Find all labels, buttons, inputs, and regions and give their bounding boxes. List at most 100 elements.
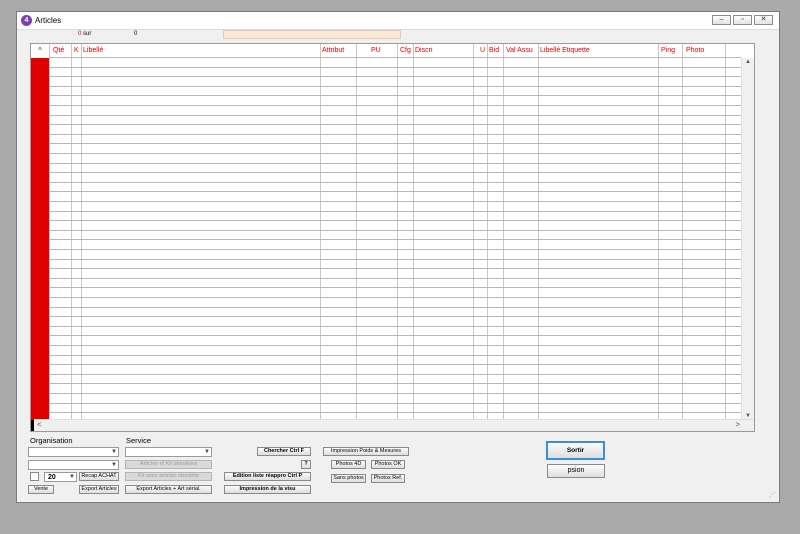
found-count: 0 xyxy=(78,31,82,37)
horizontal-scrollbar[interactable]: < > xyxy=(34,419,754,431)
progress-field xyxy=(223,30,401,39)
counter-separator: sur xyxy=(83,31,92,37)
sans-photos-button[interactable]: Sans photos xyxy=(331,474,366,483)
organisation-sub-select[interactable]: ▼ xyxy=(28,460,119,470)
total-count: 0 xyxy=(134,31,138,37)
row-divider xyxy=(49,239,741,241)
row-divider xyxy=(49,133,741,135)
row-divider xyxy=(49,325,741,327)
col-bid[interactable]: Bid xyxy=(489,47,499,54)
row-divider xyxy=(49,153,741,154)
col-libelle[interactable]: Libellé xyxy=(83,47,103,54)
row-divider xyxy=(49,85,741,87)
organisation-select[interactable]: ▼ xyxy=(28,447,119,457)
row-divider xyxy=(49,412,741,414)
row-divider xyxy=(49,95,741,97)
photos-4d-button[interactable]: Photos 4D xyxy=(331,460,366,469)
page-size-select[interactable]: 20 ▼ xyxy=(44,472,77,482)
psion-button[interactable]: psion xyxy=(547,464,605,478)
chevron-down-icon: ▼ xyxy=(204,449,210,455)
organisation-label: Organisation xyxy=(30,436,73,445)
col-ping[interactable]: Ping xyxy=(661,47,675,54)
col-pu[interactable]: PU xyxy=(371,47,381,54)
row-divider xyxy=(49,210,741,212)
window-title: Articles xyxy=(35,16,62,25)
row-divider xyxy=(49,220,741,222)
row-divider xyxy=(49,258,741,260)
chevron-down-icon: ▼ xyxy=(111,449,117,455)
recap-achat-button[interactable]: Recap ACHAT xyxy=(79,472,119,481)
help-button[interactable]: ? xyxy=(301,460,311,469)
row-divider xyxy=(49,201,741,202)
row-divider xyxy=(49,105,741,106)
col-val-assu[interactable]: Val Assu xyxy=(506,47,533,54)
resize-grip-icon[interactable]: ⋰ xyxy=(769,491,776,499)
chercher-button[interactable]: Chercher Ctrl F xyxy=(257,447,311,456)
col-u[interactable]: U xyxy=(480,47,485,54)
edition-liste-button[interactable]: Edition liste réappro Ctrl P xyxy=(224,472,311,481)
chevron-down-icon: ▼ xyxy=(69,474,75,480)
row-divider xyxy=(49,373,741,375)
window-controls: – ▫ ✕ xyxy=(712,15,773,25)
vente-button[interactable]: Vente xyxy=(28,485,54,494)
col-attribut[interactable]: Attribut xyxy=(322,47,344,54)
scroll-left-icon[interactable]: < xyxy=(37,420,42,430)
row-divider xyxy=(49,143,741,145)
impression-visu-button[interactable]: Impression de la visu xyxy=(224,485,311,494)
row-divider xyxy=(49,383,741,385)
row-divider xyxy=(49,229,741,231)
row-divider xyxy=(49,249,741,250)
close-button[interactable]: ✕ xyxy=(754,15,773,25)
4d-app-icon: 4 xyxy=(21,15,32,26)
service-select[interactable]: ▼ xyxy=(125,447,212,457)
title-bar: 4 Articles – ▫ ✕ xyxy=(17,12,779,30)
scroll-right-icon[interactable]: > xyxy=(735,420,740,430)
row-divider xyxy=(49,57,741,58)
col-cfg[interactable]: Cfg xyxy=(400,47,411,54)
photos-ref-button[interactable]: Photos Ref. xyxy=(371,474,405,483)
row-divider xyxy=(49,354,741,356)
sortir-button[interactable]: Sortir xyxy=(546,441,605,460)
row-divider xyxy=(49,181,741,183)
maximize-button[interactable]: ▫ xyxy=(733,15,752,25)
articles-grid[interactable]: ^ Qté K Libellé Attribut PU Cfg Discri U… xyxy=(30,43,755,432)
row-selector-bar[interactable] xyxy=(31,58,49,420)
sort-up-icon[interactable]: ^ xyxy=(31,44,49,57)
articles-kit-obsoletes-button[interactable]: Articles et Kit obsolètes xyxy=(125,460,212,469)
export-articles-serial-button[interactable]: Export Articles + Art sérial. xyxy=(125,485,212,494)
col-discri[interactable]: Discri xyxy=(415,47,433,54)
photos-ok-button[interactable]: Photos OK xyxy=(371,460,405,469)
row-divider xyxy=(49,76,741,78)
row-divider xyxy=(49,162,741,164)
row-divider xyxy=(49,306,741,308)
row-divider xyxy=(49,345,741,346)
minimize-button[interactable]: – xyxy=(712,15,731,25)
row-divider xyxy=(49,335,741,337)
row-divider xyxy=(49,393,741,394)
row-divider xyxy=(49,268,741,270)
vertical-scrollbar[interactable]: ▲ ▼ xyxy=(741,58,754,420)
organisation-checkbox[interactable] xyxy=(30,472,39,481)
scroll-up-icon[interactable]: ▲ xyxy=(742,59,754,65)
row-divider xyxy=(49,277,741,279)
row-divider xyxy=(49,66,741,68)
impression-poids-button[interactable]: Impression Poids & Mesures xyxy=(323,447,409,456)
row-divider xyxy=(49,297,741,298)
row-divider xyxy=(49,316,741,318)
col-k[interactable]: K xyxy=(74,47,79,54)
row-divider xyxy=(49,364,741,366)
col-qte[interactable]: Qté xyxy=(53,47,64,54)
export-articles-button[interactable]: Export Articles xyxy=(79,485,119,494)
row-divider xyxy=(49,287,741,289)
col-photo[interactable]: Photo xyxy=(686,47,704,54)
row-divider xyxy=(49,114,741,116)
articles-window: 4 Articles – ▫ ✕ 0 sur 0 ^ Qté K Libellé… xyxy=(16,11,780,503)
service-label: Service xyxy=(126,436,152,445)
page-size-value: 20 xyxy=(48,474,56,481)
kit-articles-obsolete-button[interactable]: Kit avec articles obsolète xyxy=(125,472,212,481)
row-divider xyxy=(49,172,741,174)
row-divider xyxy=(49,124,741,126)
row-divider xyxy=(49,191,741,193)
row-divider xyxy=(49,402,741,404)
col-libelle-etiquette[interactable]: Libellé Etiquette xyxy=(540,47,590,54)
